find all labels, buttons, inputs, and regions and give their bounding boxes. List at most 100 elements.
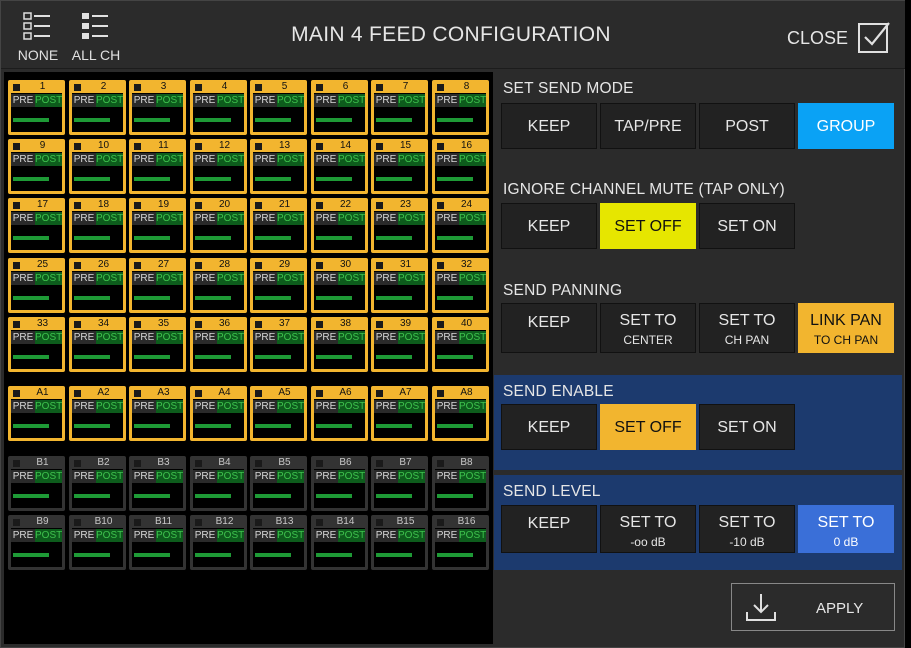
send-mode-post-button[interactable]: POST (699, 103, 795, 149)
channel-tile-6[interactable]: 6 PRE POST (311, 80, 368, 135)
channel-tile-26[interactable]: 26 PRE POST (69, 258, 126, 313)
channel-tile-b10[interactable]: B10 PRE POST (69, 515, 126, 570)
channel-tile-30[interactable]: 30 PRE POST (311, 258, 368, 313)
pre-indicator: PRE (314, 153, 338, 166)
select-none-label: NONE (17, 47, 59, 63)
channel-tile-18[interactable]: 18 PRE POST (69, 198, 126, 253)
panning-keep-button[interactable]: KEEP (501, 303, 597, 353)
post-indicator: POST (217, 470, 245, 483)
panning-center-button[interactable]: SET TO CENTER (600, 303, 696, 353)
channel-tile-7[interactable]: 7 PRE POST (371, 80, 428, 135)
channel-tile-a2[interactable]: A2 PRE POST (69, 386, 126, 441)
level-0db-button[interactable]: SET TO 0 dB (798, 505, 894, 553)
panning-link-pan-button[interactable]: LINK PAN TO CH PAN (798, 303, 894, 353)
channel-tile-35[interactable]: 35 PRE POST (129, 317, 186, 372)
channel-tile-a3[interactable]: A3 PRE POST (129, 386, 186, 441)
send-mode-tap-pre-button[interactable]: TAP/PRE (600, 103, 696, 149)
channel-tile-16[interactable]: 16 PRE POST (432, 139, 489, 194)
panning-ch-pan-button[interactable]: SET TO CH PAN (699, 303, 795, 353)
channel-tile-27[interactable]: 27 PRE POST (129, 258, 186, 313)
enable-set-off-button[interactable]: SET OFF (600, 404, 696, 450)
select-none-button[interactable]: NONE (13, 9, 63, 65)
channel-tile-32[interactable]: 32 PRE POST (432, 258, 489, 313)
level-minus-inf-button[interactable]: SET TO -oo dB (600, 505, 696, 553)
channel-body: PRE POST (435, 152, 486, 191)
channel-tile-24[interactable]: 24 PRE POST (432, 198, 489, 253)
enable-keep-button[interactable]: KEEP (501, 404, 597, 450)
channel-tile-b3[interactable]: B3 PRE POST (129, 456, 186, 511)
channel-body: PRE POST (11, 211, 62, 250)
channel-tile-a1[interactable]: A1 PRE POST (8, 386, 65, 441)
channel-body: PRE POST (132, 211, 183, 250)
channel-tile-b1[interactable]: B1 PRE POST (8, 456, 65, 511)
channel-tile-a4[interactable]: A4 PRE POST (190, 386, 247, 441)
channel-tile-1[interactable]: 1 PRE POST (8, 80, 65, 135)
channel-tile-a7[interactable]: A7 PRE POST (371, 386, 428, 441)
selection-indicator (255, 262, 262, 269)
enable-set-on-button[interactable]: SET ON (699, 404, 795, 450)
ignore-mute-set-off-button[interactable]: SET OFF (600, 203, 696, 249)
channel-tile-b12[interactable]: B12 PRE POST (190, 515, 247, 570)
channel-tile-2[interactable]: 2 PRE POST (69, 80, 126, 135)
channel-tile-40[interactable]: 40 PRE POST (432, 317, 489, 372)
pre-indicator: PRE (72, 153, 96, 166)
channel-tile-33[interactable]: 33 PRE POST (8, 317, 65, 372)
channel-tile-b11[interactable]: B11 PRE POST (129, 515, 186, 570)
channel-tile-b16[interactable]: B16 PRE POST (432, 515, 489, 570)
level-fader-bar (74, 355, 110, 359)
channel-tile-4[interactable]: 4 PRE POST (190, 80, 247, 135)
channel-tile-b5[interactable]: B5 PRE POST (250, 456, 307, 511)
pre-indicator: PRE (374, 400, 398, 413)
channel-tile-39[interactable]: 39 PRE POST (371, 317, 428, 372)
channel-tile-38[interactable]: 38 PRE POST (311, 317, 368, 372)
channel-tile-15[interactable]: 15 PRE POST (371, 139, 428, 194)
channel-tile-a6[interactable]: A6 PRE POST (311, 386, 368, 441)
channel-tile-b7[interactable]: B7 PRE POST (371, 456, 428, 511)
channel-tile-25[interactable]: 25 PRE POST (8, 258, 65, 313)
channel-tile-12[interactable]: 12 PRE POST (190, 139, 247, 194)
channel-tile-9[interactable]: 9 PRE POST (8, 139, 65, 194)
level-minus-10-button[interactable]: SET TO -10 dB (699, 505, 795, 553)
channel-tile-b8[interactable]: B8 PRE POST (432, 456, 489, 511)
channel-tile-37[interactable]: 37 PRE POST (250, 317, 307, 372)
send-mode-keep-button[interactable]: KEEP (501, 103, 597, 149)
ignore-mute-set-on-button[interactable]: SET ON (699, 203, 795, 249)
channel-tile-17[interactable]: 17 PRE POST (8, 198, 65, 253)
channel-tile-b4[interactable]: B4 PRE POST (190, 456, 247, 511)
channel-tile-31[interactable]: 31 PRE POST (371, 258, 428, 313)
close-button[interactable]: CLOSE (781, 17, 896, 57)
channel-tile-b9[interactable]: B9 PRE POST (8, 515, 65, 570)
channel-tile-b2[interactable]: B2 PRE POST (69, 456, 126, 511)
channel-tile-5[interactable]: 5 PRE POST (250, 80, 307, 135)
channel-tile-36[interactable]: 36 PRE POST (190, 317, 247, 372)
channel-tile-14[interactable]: 14 PRE POST (311, 139, 368, 194)
channel-tile-21[interactable]: 21 PRE POST (250, 198, 307, 253)
ignore-mute-keep-button[interactable]: KEEP (501, 203, 597, 249)
channel-tile-a5[interactable]: A5 PRE POST (250, 386, 307, 441)
select-all-channels-button[interactable]: ALL CH (71, 9, 121, 65)
channel-tile-b14[interactable]: B14 PRE POST (311, 515, 368, 570)
channel-tile-22[interactable]: 22 PRE POST (311, 198, 368, 253)
post-indicator: POST (156, 400, 184, 413)
channel-tile-11[interactable]: 11 PRE POST (129, 139, 186, 194)
channel-tile-28[interactable]: 28 PRE POST (190, 258, 247, 313)
channel-tile-b6[interactable]: B6 PRE POST (311, 456, 368, 511)
pre-indicator: PRE (374, 470, 398, 483)
channel-tile-3[interactable]: 3 PRE POST (129, 80, 186, 135)
channel-tile-b15[interactable]: B15 PRE POST (371, 515, 428, 570)
level-keep-button[interactable]: KEEP (501, 505, 597, 553)
channel-tile-8[interactable]: 8 PRE POST (432, 80, 489, 135)
channel-tile-13[interactable]: 13 PRE POST (250, 139, 307, 194)
channel-tile-29[interactable]: 29 PRE POST (250, 258, 307, 313)
send-mode-group-button[interactable]: GROUP (798, 103, 894, 149)
apply-button[interactable]: APPLY (731, 583, 895, 631)
channel-tile-10[interactable]: 10 PRE POST (69, 139, 126, 194)
channel-tile-b13[interactable]: B13 PRE POST (250, 515, 307, 570)
channel-tile-20[interactable]: 20 PRE POST (190, 198, 247, 253)
post-indicator: POST (459, 470, 487, 483)
channel-tile-a8[interactable]: A8 PRE POST (432, 386, 489, 441)
channel-tile-19[interactable]: 19 PRE POST (129, 198, 186, 253)
channel-tile-34[interactable]: 34 PRE POST (69, 317, 126, 372)
channel-number: A1 (36, 387, 49, 398)
channel-tile-23[interactable]: 23 PRE POST (371, 198, 428, 253)
